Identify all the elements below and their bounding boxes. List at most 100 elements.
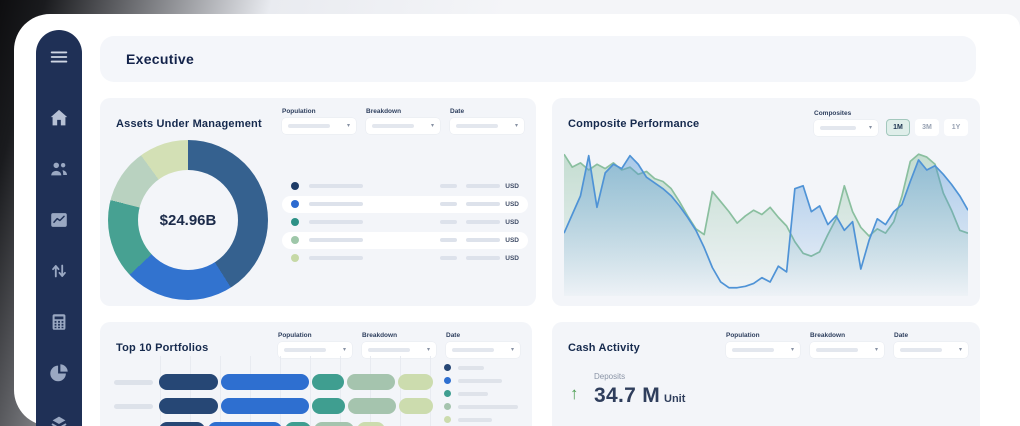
filter-date: Date ▾ bbox=[450, 108, 524, 134]
breakdown-select[interactable]: ▾ bbox=[810, 342, 884, 358]
sidebar-item-performance[interactable] bbox=[47, 208, 71, 232]
legend-row: USD bbox=[282, 250, 528, 267]
select-placeholder bbox=[732, 348, 774, 352]
legend-item bbox=[444, 377, 518, 384]
chevron-down-icon: ▾ bbox=[875, 347, 878, 353]
chevron-down-icon: ▾ bbox=[959, 347, 962, 353]
bar-segment bbox=[221, 374, 309, 390]
filter-breakdown: Breakdown ▾ bbox=[810, 332, 884, 358]
sidebar-item-allocation[interactable] bbox=[47, 361, 71, 385]
filter-date: Date ▾ bbox=[894, 332, 968, 358]
range-button-1m[interactable]: 1M bbox=[886, 119, 910, 136]
deposits-value: 34.7 M bbox=[594, 384, 660, 408]
select-placeholder bbox=[820, 126, 856, 130]
sidebar-nav bbox=[47, 106, 71, 426]
legend-label-placeholder bbox=[458, 379, 502, 383]
value-placeholder bbox=[466, 220, 500, 224]
deposits-metric: Deposits 34.7 M Unit bbox=[594, 372, 685, 408]
bar-segment bbox=[159, 374, 218, 390]
sidebar-item-holdings[interactable] bbox=[47, 412, 71, 426]
filter-label: Composites bbox=[814, 110, 878, 117]
chevron-down-icon: ▾ bbox=[511, 347, 514, 353]
sidebar-item-clients[interactable] bbox=[47, 157, 71, 181]
chevron-down-icon: ▾ bbox=[427, 347, 430, 353]
currency-label: USD bbox=[505, 219, 519, 226]
aum-total-value: $24.96B bbox=[160, 212, 217, 229]
portfolio-row bbox=[114, 398, 433, 414]
panel-composite-performance: Composite Performance Composites ▾ 1M 3M… bbox=[552, 98, 980, 306]
bar-segment bbox=[399, 398, 433, 414]
panel-cash-activity: Cash Activity Population ▾ Breakdown ▾ D… bbox=[552, 322, 980, 426]
date-select[interactable]: ▾ bbox=[894, 342, 968, 358]
sidebar-item-home[interactable] bbox=[47, 106, 71, 130]
chevron-down-icon: ▾ bbox=[347, 123, 350, 129]
filter-label: Breakdown bbox=[810, 332, 884, 339]
donut-center: $24.96B bbox=[138, 170, 238, 270]
gridline bbox=[160, 356, 161, 426]
range-button-1y[interactable]: 1Y bbox=[944, 119, 968, 136]
page-header: Executive bbox=[100, 36, 976, 82]
chevron-down-icon: ▾ bbox=[343, 347, 346, 353]
composites-select[interactable]: ▾ bbox=[814, 120, 878, 136]
legend-item bbox=[444, 416, 518, 423]
value-placeholder bbox=[466, 184, 500, 188]
value-placeholder bbox=[440, 256, 457, 260]
currency-label: USD bbox=[505, 255, 519, 262]
value-placeholder bbox=[466, 256, 500, 260]
deposits-unit: Unit bbox=[664, 393, 685, 405]
transfer-arrows-icon bbox=[48, 260, 70, 282]
range-button-3m[interactable]: 3M bbox=[915, 119, 939, 136]
legend-row: USD bbox=[282, 196, 528, 213]
legend-dot bbox=[444, 416, 451, 423]
legend-label-placeholder bbox=[309, 220, 363, 224]
legend-row: USD bbox=[282, 232, 528, 249]
panel-title: Assets Under Management bbox=[116, 118, 262, 130]
legend-label-placeholder bbox=[458, 392, 488, 396]
bar-segment bbox=[159, 422, 205, 426]
filter-breakdown: Breakdown ▾ bbox=[366, 108, 440, 134]
legend-dot bbox=[291, 200, 299, 208]
population-select[interactable]: ▾ bbox=[726, 342, 800, 358]
filter-label: Date bbox=[450, 108, 524, 115]
bar-segment bbox=[208, 422, 282, 426]
composite-line-chart bbox=[564, 144, 968, 296]
filter-bar: Population ▾ Breakdown ▾ Date ▾ bbox=[278, 332, 520, 358]
filter-population: Population ▾ bbox=[282, 108, 356, 134]
chevron-down-icon: ▾ bbox=[869, 125, 872, 131]
bar-segment bbox=[221, 398, 309, 414]
population-select[interactable]: ▾ bbox=[282, 118, 356, 134]
breakdown-select[interactable]: ▾ bbox=[362, 342, 436, 358]
legend-dot bbox=[291, 218, 299, 226]
calculator-icon bbox=[48, 311, 70, 333]
bar-segment bbox=[159, 398, 218, 414]
row-label-placeholder bbox=[114, 380, 153, 385]
bar-segment bbox=[312, 374, 344, 390]
app-window: Executive Assets Under Management Popula… bbox=[0, 0, 1020, 426]
filter-date: Date ▾ bbox=[446, 332, 520, 358]
range-toggle: 1M 3M 1Y bbox=[886, 119, 968, 136]
panel-assets-under-management: Assets Under Management Population ▾ Bre… bbox=[100, 98, 536, 306]
population-select[interactable]: ▾ bbox=[278, 342, 352, 358]
panel-title: Cash Activity bbox=[568, 342, 640, 354]
legend-dot bbox=[444, 403, 451, 410]
legend-row: USD bbox=[282, 214, 528, 231]
line-chart-svg bbox=[564, 144, 968, 296]
panel-title: Composite Performance bbox=[568, 118, 699, 130]
panel-title: Top 10 Portfolios bbox=[116, 342, 208, 354]
value-placeholder bbox=[440, 184, 457, 188]
select-placeholder bbox=[816, 348, 858, 352]
date-select[interactable]: ▾ bbox=[446, 342, 520, 358]
chevron-down-icon: ▾ bbox=[791, 347, 794, 353]
date-select[interactable]: ▾ bbox=[450, 118, 524, 134]
sidebar-item-calculator[interactable] bbox=[47, 310, 71, 334]
menu-button[interactable] bbox=[47, 46, 71, 68]
value-placeholder bbox=[440, 202, 457, 206]
breakdown-select[interactable]: ▾ bbox=[366, 118, 440, 134]
bar-segment bbox=[348, 398, 396, 414]
select-placeholder bbox=[456, 124, 498, 128]
legend-label-placeholder bbox=[309, 184, 363, 188]
legend-item bbox=[444, 364, 518, 371]
portfolio-row bbox=[114, 374, 433, 390]
sidebar-item-transfers[interactable] bbox=[47, 259, 71, 283]
filter-breakdown: Breakdown ▾ bbox=[362, 332, 436, 358]
